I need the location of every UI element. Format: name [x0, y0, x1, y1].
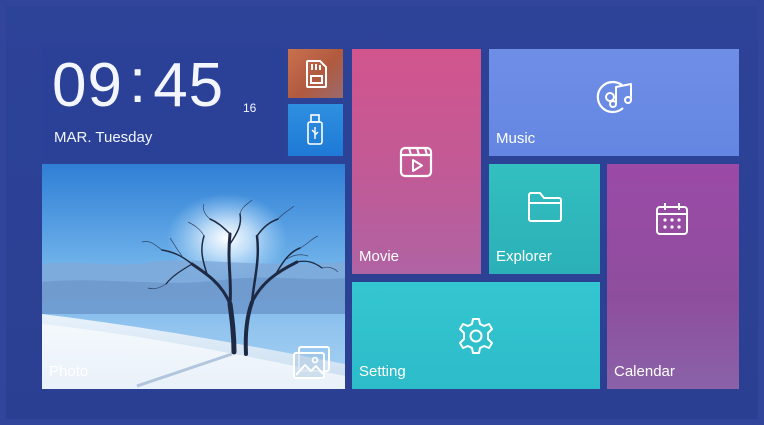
usb-drive-icon — [305, 114, 325, 146]
calendar-tile[interactable]: Calendar — [607, 164, 739, 389]
calendar-icon — [653, 200, 691, 238]
movie-label: Movie — [359, 248, 400, 265]
setting-label: Setting — [359, 363, 406, 380]
clock-hours: 09 — [52, 51, 123, 120]
clock-minutes: 45 — [153, 51, 225, 120]
setting-tile[interactable]: Setting — [352, 282, 600, 389]
music-disc-icon — [593, 78, 635, 116]
clock-separator: : — [128, 47, 148, 116]
music-label: Music — [496, 130, 536, 147]
photo-label: Photo — [49, 363, 89, 380]
clock-time: 09:45 — [52, 51, 224, 117]
gallery-icon — [292, 345, 332, 381]
sd-card-tile[interactable] — [288, 49, 343, 98]
folder-icon — [525, 189, 565, 225]
explorer-label: Explorer — [496, 248, 552, 265]
date-label: MAR. Tuesday — [54, 129, 153, 146]
clock-widget: 09:45 16 MAR. Tuesday — [42, 47, 282, 159]
calendar-label: Calendar — [614, 363, 675, 380]
home-screen: 09:45 16 MAR. Tuesday Movie Music Explor… — [0, 0, 764, 425]
video-player-icon — [397, 144, 435, 180]
photo-tile[interactable]: Photo — [42, 164, 345, 389]
gear-icon — [456, 316, 496, 356]
sd-card-icon — [302, 59, 329, 88]
music-tile[interactable]: Music — [489, 49, 739, 156]
clock-seconds: 16 — [243, 101, 257, 115]
usb-tile[interactable] — [288, 104, 343, 156]
explorer-tile[interactable]: Explorer — [489, 164, 600, 274]
movie-tile[interactable]: Movie — [352, 49, 481, 274]
